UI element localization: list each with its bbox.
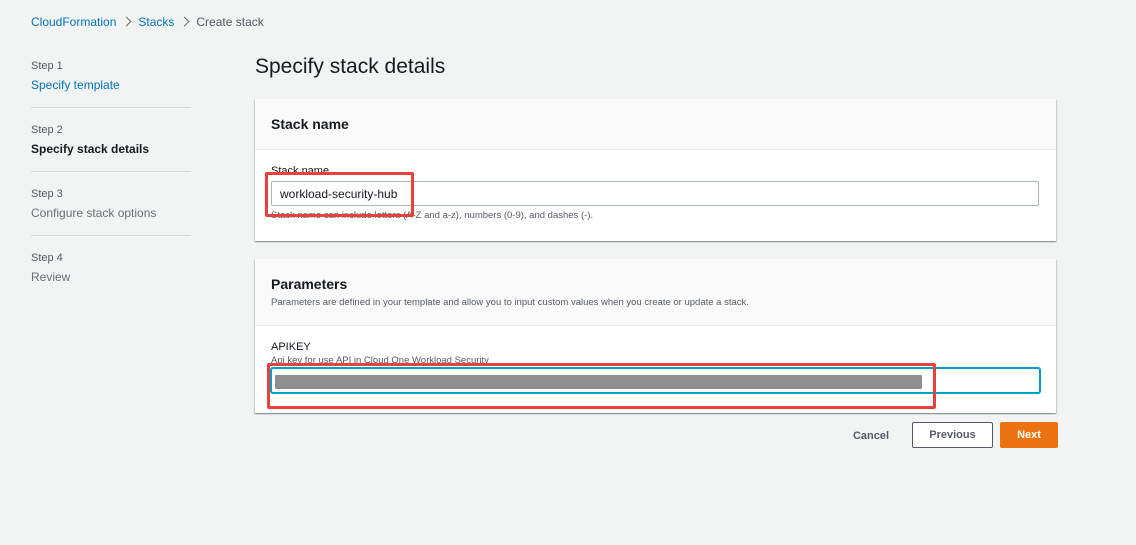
step-link-specify-template[interactable]: Specify template: [31, 77, 191, 93]
step-number: Step 2: [31, 124, 63, 136]
panel-header: Parameters Parameters are defined in you…: [255, 259, 1056, 326]
panel-title: Stack name: [271, 116, 349, 132]
stack-name-label: Stack name: [271, 165, 330, 177]
step-label-current: Specify stack details: [31, 142, 150, 156]
wizard-step-1: Step 1 Specify template: [31, 60, 191, 108]
step-label-disabled: Review: [31, 270, 71, 284]
wizard-step-4: Step 4 Review: [31, 252, 191, 299]
previous-button[interactable]: Previous: [912, 422, 993, 448]
stack-name-hint: Stack name can include letters (A-Z and …: [271, 210, 594, 221]
panel-title: Parameters: [271, 276, 348, 292]
step-label-disabled: Configure stack options: [31, 206, 157, 220]
breadcrumb-stacks[interactable]: Stacks: [138, 15, 174, 29]
apikey-description: Api key for use API in Cloud One Workloa…: [271, 355, 489, 366]
step-number: Step 3: [31, 188, 63, 200]
chevron-right-icon: [116, 15, 138, 29]
panel-description: Parameters are defined in your template …: [271, 297, 749, 308]
chevron-right-icon: [174, 15, 196, 29]
wizard-step-2: Step 2 Specify stack details: [31, 124, 191, 172]
cancel-button[interactable]: Cancel: [843, 424, 899, 447]
next-button[interactable]: Next: [1000, 422, 1058, 448]
wizard-step-3: Step 3 Configure stack options: [31, 188, 191, 236]
parameters-panel: Parameters Parameters are defined in you…: [255, 259, 1056, 413]
wizard-steps: Step 1 Specify template Step 2 Specify s…: [31, 60, 191, 315]
breadcrumb-cloudformation[interactable]: CloudFormation: [31, 15, 116, 29]
breadcrumb: CloudFormation Stacks Create stack: [31, 15, 264, 29]
breadcrumb-current: Create stack: [196, 15, 264, 29]
create-stack-page: CloudFormation Stacks Create stack Step …: [0, 0, 1136, 545]
step-number: Step 4: [31, 252, 63, 264]
page-title: Specify stack details: [255, 55, 446, 78]
apikey-label: APIKEY: [271, 341, 311, 353]
step-number: Step 1: [31, 60, 63, 72]
stack-name-input[interactable]: [271, 181, 1039, 206]
stack-name-panel: Stack name Stack name Stack name can inc…: [255, 99, 1056, 241]
panel-body: Stack name Stack name can include letter…: [255, 150, 1056, 221]
panel-header: Stack name: [255, 99, 1056, 150]
redacted-value: [275, 375, 922, 389]
